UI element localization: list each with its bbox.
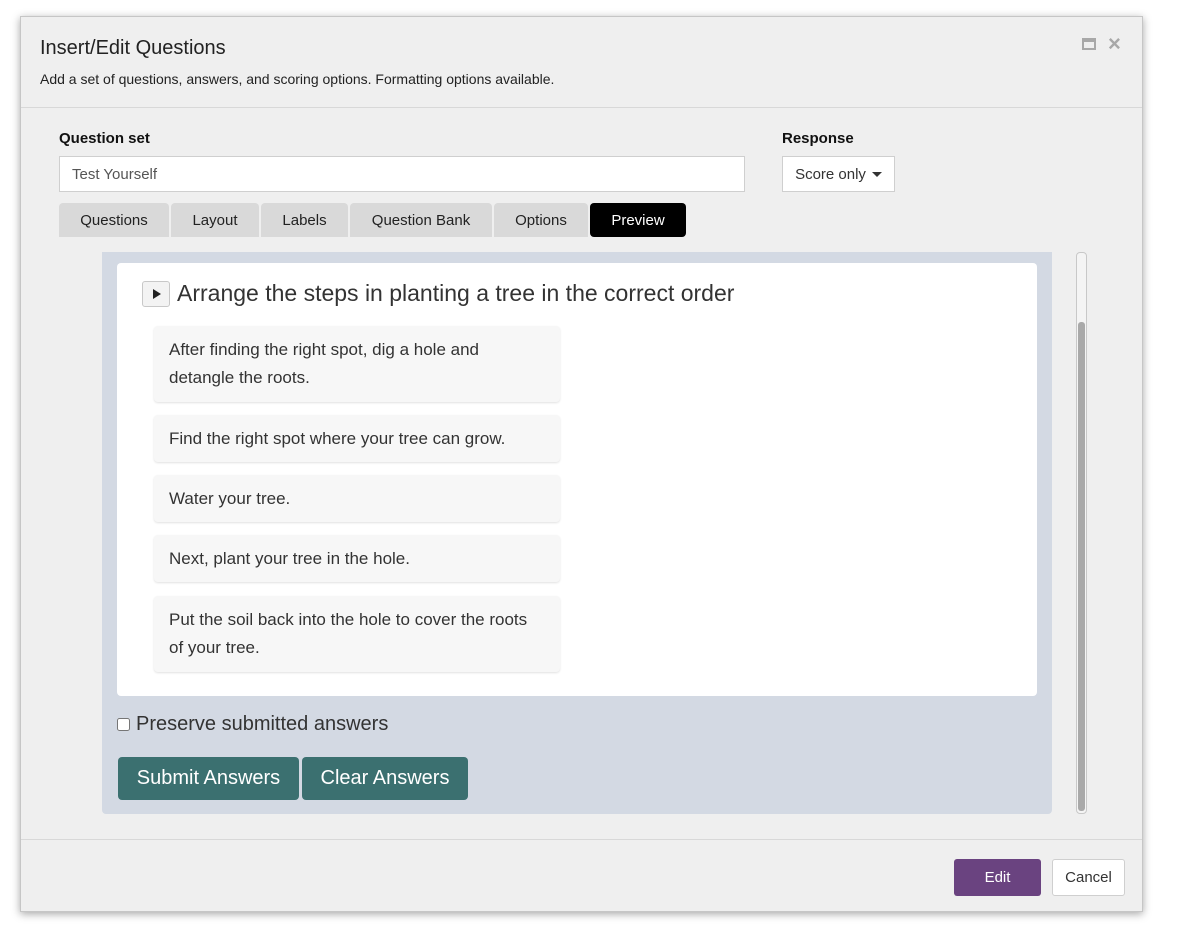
ordering-step[interactable]: Water your tree. (154, 475, 560, 522)
step-text: Put the soil back into the hole to cover… (169, 610, 528, 657)
edit-button[interactable]: Edit (954, 859, 1041, 896)
insert-edit-questions-dialog: Insert/Edit Questions Add a set of quest… (20, 16, 1143, 912)
step-text: Water your tree. (169, 488, 291, 508)
clear-answers-button[interactable]: Clear Answers (302, 757, 468, 800)
question-set-input[interactable] (59, 156, 745, 192)
maximize-icon[interactable] (1082, 38, 1096, 50)
tab-labels[interactable]: Labels (261, 203, 348, 237)
preview-scrollbar[interactable] (1076, 252, 1087, 814)
preserve-answers-label: Preserve submitted answers (136, 713, 389, 735)
step-text: Next, plant your tree in the hole. (169, 548, 410, 568)
ordering-step[interactable]: Next, plant your tree in the hole. (154, 535, 560, 582)
scrollbar-thumb[interactable] (1078, 322, 1085, 811)
preserve-answers-option[interactable]: Preserve submitted answers (117, 713, 388, 736)
play-audio-button[interactable] (142, 281, 170, 307)
question-text: Arrange the steps in planting a tree in … (177, 280, 735, 306)
tab-question-bank[interactable]: Question Bank (350, 203, 492, 237)
caret-down-icon (871, 171, 882, 177)
question-card: Arrange the steps in planting a tree in … (117, 263, 1037, 696)
step-text: Find the right spot where your tree can … (169, 428, 506, 448)
dialog-title: Insert/Edit Questions (40, 37, 226, 59)
tab-questions[interactable]: Questions (59, 203, 169, 237)
tab-preview[interactable]: Preview (590, 203, 686, 237)
preserve-answers-checkbox[interactable] (117, 718, 130, 731)
window-controls: × (1082, 33, 1122, 55)
dialog-header: Insert/Edit Questions Add a set of quest… (21, 17, 1142, 108)
ordering-step[interactable]: Put the soil back into the hole to cover… (154, 596, 560, 672)
response-label: Response (782, 130, 854, 147)
preview-area: Arrange the steps in planting a tree in … (102, 252, 1052, 814)
tab-options[interactable]: Options (494, 203, 588, 237)
step-text: After finding the right spot, dig a hole… (169, 340, 479, 387)
response-value: Score only (795, 165, 866, 183)
dialog-subtitle: Add a set of questions, answers, and sco… (40, 71, 555, 87)
ordering-step[interactable]: After finding the right spot, dig a hole… (154, 326, 560, 402)
close-icon[interactable]: × (1108, 33, 1122, 55)
tab-bar: Questions Layout Labels Question Bank Op… (59, 203, 686, 237)
tab-layout[interactable]: Layout (171, 203, 259, 237)
dialog-footer: Edit Cancel (21, 839, 1142, 913)
play-icon (153, 289, 161, 299)
response-dropdown[interactable]: Score only (782, 156, 895, 192)
submit-answers-button[interactable]: Submit Answers (118, 757, 299, 800)
question-set-label: Question set (59, 130, 150, 147)
ordering-step[interactable]: Find the right spot where your tree can … (154, 415, 560, 462)
cancel-button[interactable]: Cancel (1052, 859, 1125, 896)
